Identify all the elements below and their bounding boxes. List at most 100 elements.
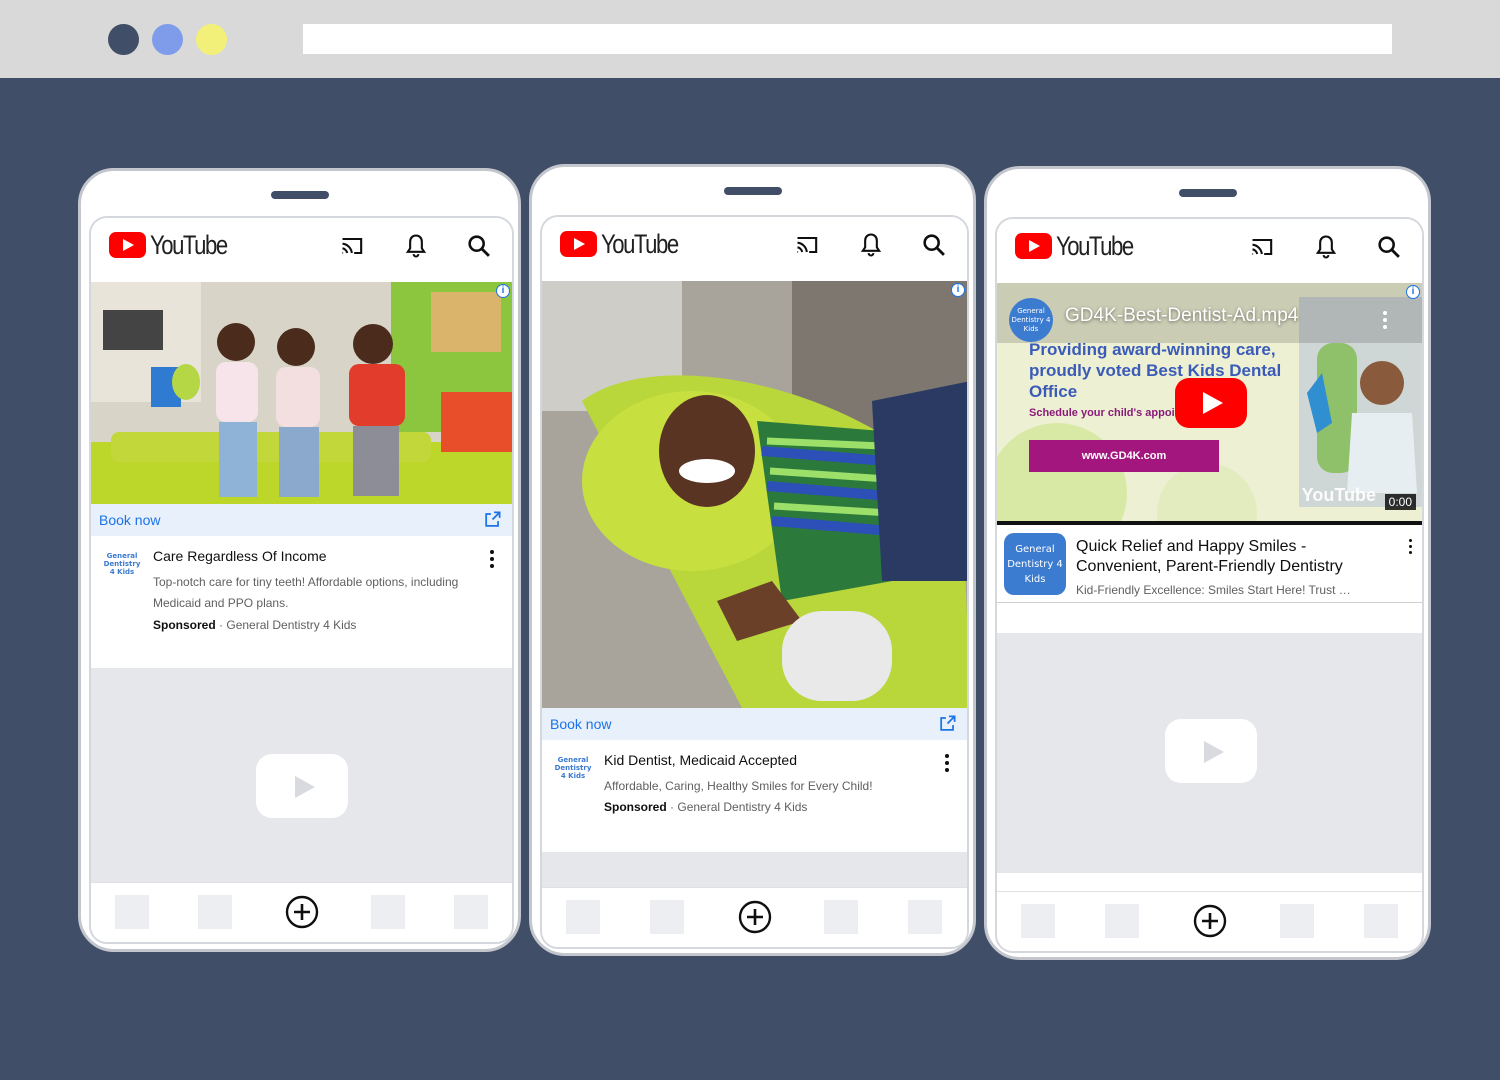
address-bar[interactable] (303, 24, 1392, 54)
youtube-logo-icon (1015, 233, 1052, 259)
external-link-icon[interactable] (483, 510, 502, 529)
ad-title[interactable]: Kid Dentist, Medicaid Accepted (604, 752, 797, 768)
ad-title[interactable]: Care Regardless Of Income (153, 548, 327, 564)
nav-item-library[interactable] (908, 900, 942, 934)
advertiser-logo[interactable]: General Dentistry 4 Kids (101, 552, 143, 586)
kebab-icon[interactable] (490, 550, 494, 571)
youtube-logo-icon (109, 232, 146, 258)
phone-screen: YouTube General Dentistry 4 Kids GD4K-Be… (995, 217, 1424, 953)
external-link-icon[interactable] (938, 714, 957, 733)
add-icon[interactable] (285, 895, 319, 929)
nav-item-subscriptions[interactable] (371, 895, 405, 929)
phone-screen: YouTube i Book now General Dentistry 4 K… (540, 215, 969, 949)
bottom-nav (997, 891, 1422, 951)
bell-icon[interactable] (857, 231, 885, 259)
youtube-logo[interactable]: YouTube (109, 229, 244, 260)
ad-details[interactable]: General Dentistry 4 Kids Quick Relief an… (997, 525, 1422, 603)
phone-notch (723, 187, 782, 195)
info-icon[interactable]: i (1406, 285, 1420, 299)
ad-title[interactable]: Quick Relief and Happy Smiles - Convenie… (1076, 537, 1386, 577)
video-placeholder (542, 852, 967, 891)
cast-icon[interactable] (339, 232, 367, 260)
nav-item-home[interactable] (566, 900, 600, 934)
video-url: www.GD4K.com (1029, 440, 1219, 472)
video-title-overlay[interactable]: GD4K-Best-Dentist-Ad.mp4 (1065, 305, 1298, 327)
video-timestamp: 0:00 (1384, 494, 1416, 510)
phone-mockup-3: YouTube General Dentistry 4 Kids GD4K-Be… (984, 166, 1431, 960)
search-icon[interactable] (1375, 233, 1403, 261)
nav-item-subscriptions[interactable] (1280, 904, 1314, 938)
nav-item-library[interactable] (454, 895, 488, 929)
bottom-nav (542, 887, 967, 947)
youtube-watermark[interactable]: YouTube (1302, 485, 1376, 506)
youtube-logo-text: YouTube (150, 229, 228, 260)
nav-item-home[interactable] (115, 895, 149, 929)
sponsored-label: Sponsored (604, 800, 667, 814)
kebab-icon[interactable] (1409, 539, 1413, 557)
youtube-header: YouTube (997, 219, 1422, 283)
search-icon[interactable] (920, 231, 948, 259)
advertiser-logo[interactable]: General Dentistry 4 Kids (1004, 533, 1066, 595)
advertiser-logo[interactable]: General Dentistry 4 Kids (552, 756, 594, 790)
nav-item-home[interactable] (1021, 904, 1055, 938)
window-dot-minimize[interactable] (152, 24, 183, 55)
sponsored-label: Sponsored (153, 618, 216, 632)
book-now-bar[interactable]: Book now (91, 504, 512, 536)
nav-item-subscriptions[interactable] (824, 900, 858, 934)
separator: · (219, 618, 224, 632)
book-now-label[interactable]: Book now (550, 716, 611, 732)
bottom-nav (91, 882, 512, 942)
search-icon[interactable] (465, 232, 493, 260)
cast-icon[interactable] (794, 231, 822, 259)
add-icon[interactable] (738, 900, 772, 934)
ad-sponsor-line: Sponsored · General Dentistry 4 Kids (153, 618, 356, 632)
play-icon (256, 754, 348, 818)
kebab-icon[interactable] (945, 754, 949, 775)
ad-description: Top-notch care for tiny teeth! Affordabl… (153, 575, 459, 610)
kebab-icon[interactable] (1383, 311, 1387, 332)
nav-item-shorts[interactable] (650, 900, 684, 934)
ad-details[interactable]: General Dentistry 4 Kids Kid Dentist, Me… (542, 740, 967, 852)
phone-notch (270, 191, 329, 199)
ad-description: Affordable, Caring, Healthy Smiles for E… (604, 779, 873, 793)
book-now-bar[interactable]: Book now (542, 708, 967, 740)
bell-icon[interactable] (402, 232, 430, 260)
advertiser-name: General Dentistry 4 Kids (677, 800, 808, 814)
window-dot-close[interactable] (108, 24, 139, 55)
separator: · (670, 800, 675, 814)
phone-mockup-2: YouTube i Book now General Dentistry 4 K… (529, 164, 976, 956)
phone-mockup-1: YouTube i Book now General Dentistry 4 K… (78, 168, 521, 952)
window-dot-maximize[interactable] (196, 24, 227, 55)
video-heading: Providing award-winning care, proudly vo… (1029, 340, 1282, 401)
bell-icon[interactable] (1312, 233, 1340, 261)
ad-details[interactable]: General Dentistry 4 Kids Care Regardless… (91, 536, 512, 668)
kids-dental-photo (91, 282, 512, 504)
ad-image[interactable]: i (542, 281, 967, 708)
cast-icon[interactable] (1249, 233, 1277, 261)
youtube-logo-icon (560, 231, 597, 257)
video-placeholder (997, 633, 1422, 873)
boy-dental-chair-photo (542, 281, 967, 708)
nav-item-library[interactable] (1364, 904, 1398, 938)
nav-item-shorts[interactable] (198, 895, 232, 929)
channel-avatar[interactable]: General Dentistry 4 Kids (1009, 298, 1053, 342)
youtube-logo[interactable]: YouTube (1015, 230, 1150, 261)
nav-item-shorts[interactable] (1105, 904, 1139, 938)
youtube-logo-text: YouTube (1056, 230, 1134, 261)
info-icon[interactable]: i (496, 284, 510, 298)
play-icon (1165, 719, 1257, 783)
video-placeholder (91, 668, 512, 886)
play-icon[interactable] (1175, 378, 1247, 428)
book-now-label[interactable]: Book now (99, 512, 160, 528)
video-ad-player[interactable]: General Dentistry 4 Kids GD4K-Best-Denti… (997, 283, 1422, 525)
info-icon[interactable]: i (951, 283, 965, 297)
add-icon[interactable] (1193, 904, 1227, 938)
ad-sponsor-line: Sponsored · General Dentistry 4 Kids (604, 800, 807, 814)
phone-notch (1178, 189, 1237, 197)
ad-image[interactable]: i (91, 282, 512, 504)
youtube-logo-text: YouTube (601, 228, 679, 259)
youtube-logo[interactable]: YouTube (560, 228, 695, 259)
youtube-header: YouTube (542, 217, 967, 281)
browser-chrome (0, 0, 1500, 78)
ad-description: Kid-Friendly Excellence: Smiles Start He… (1076, 583, 1351, 597)
